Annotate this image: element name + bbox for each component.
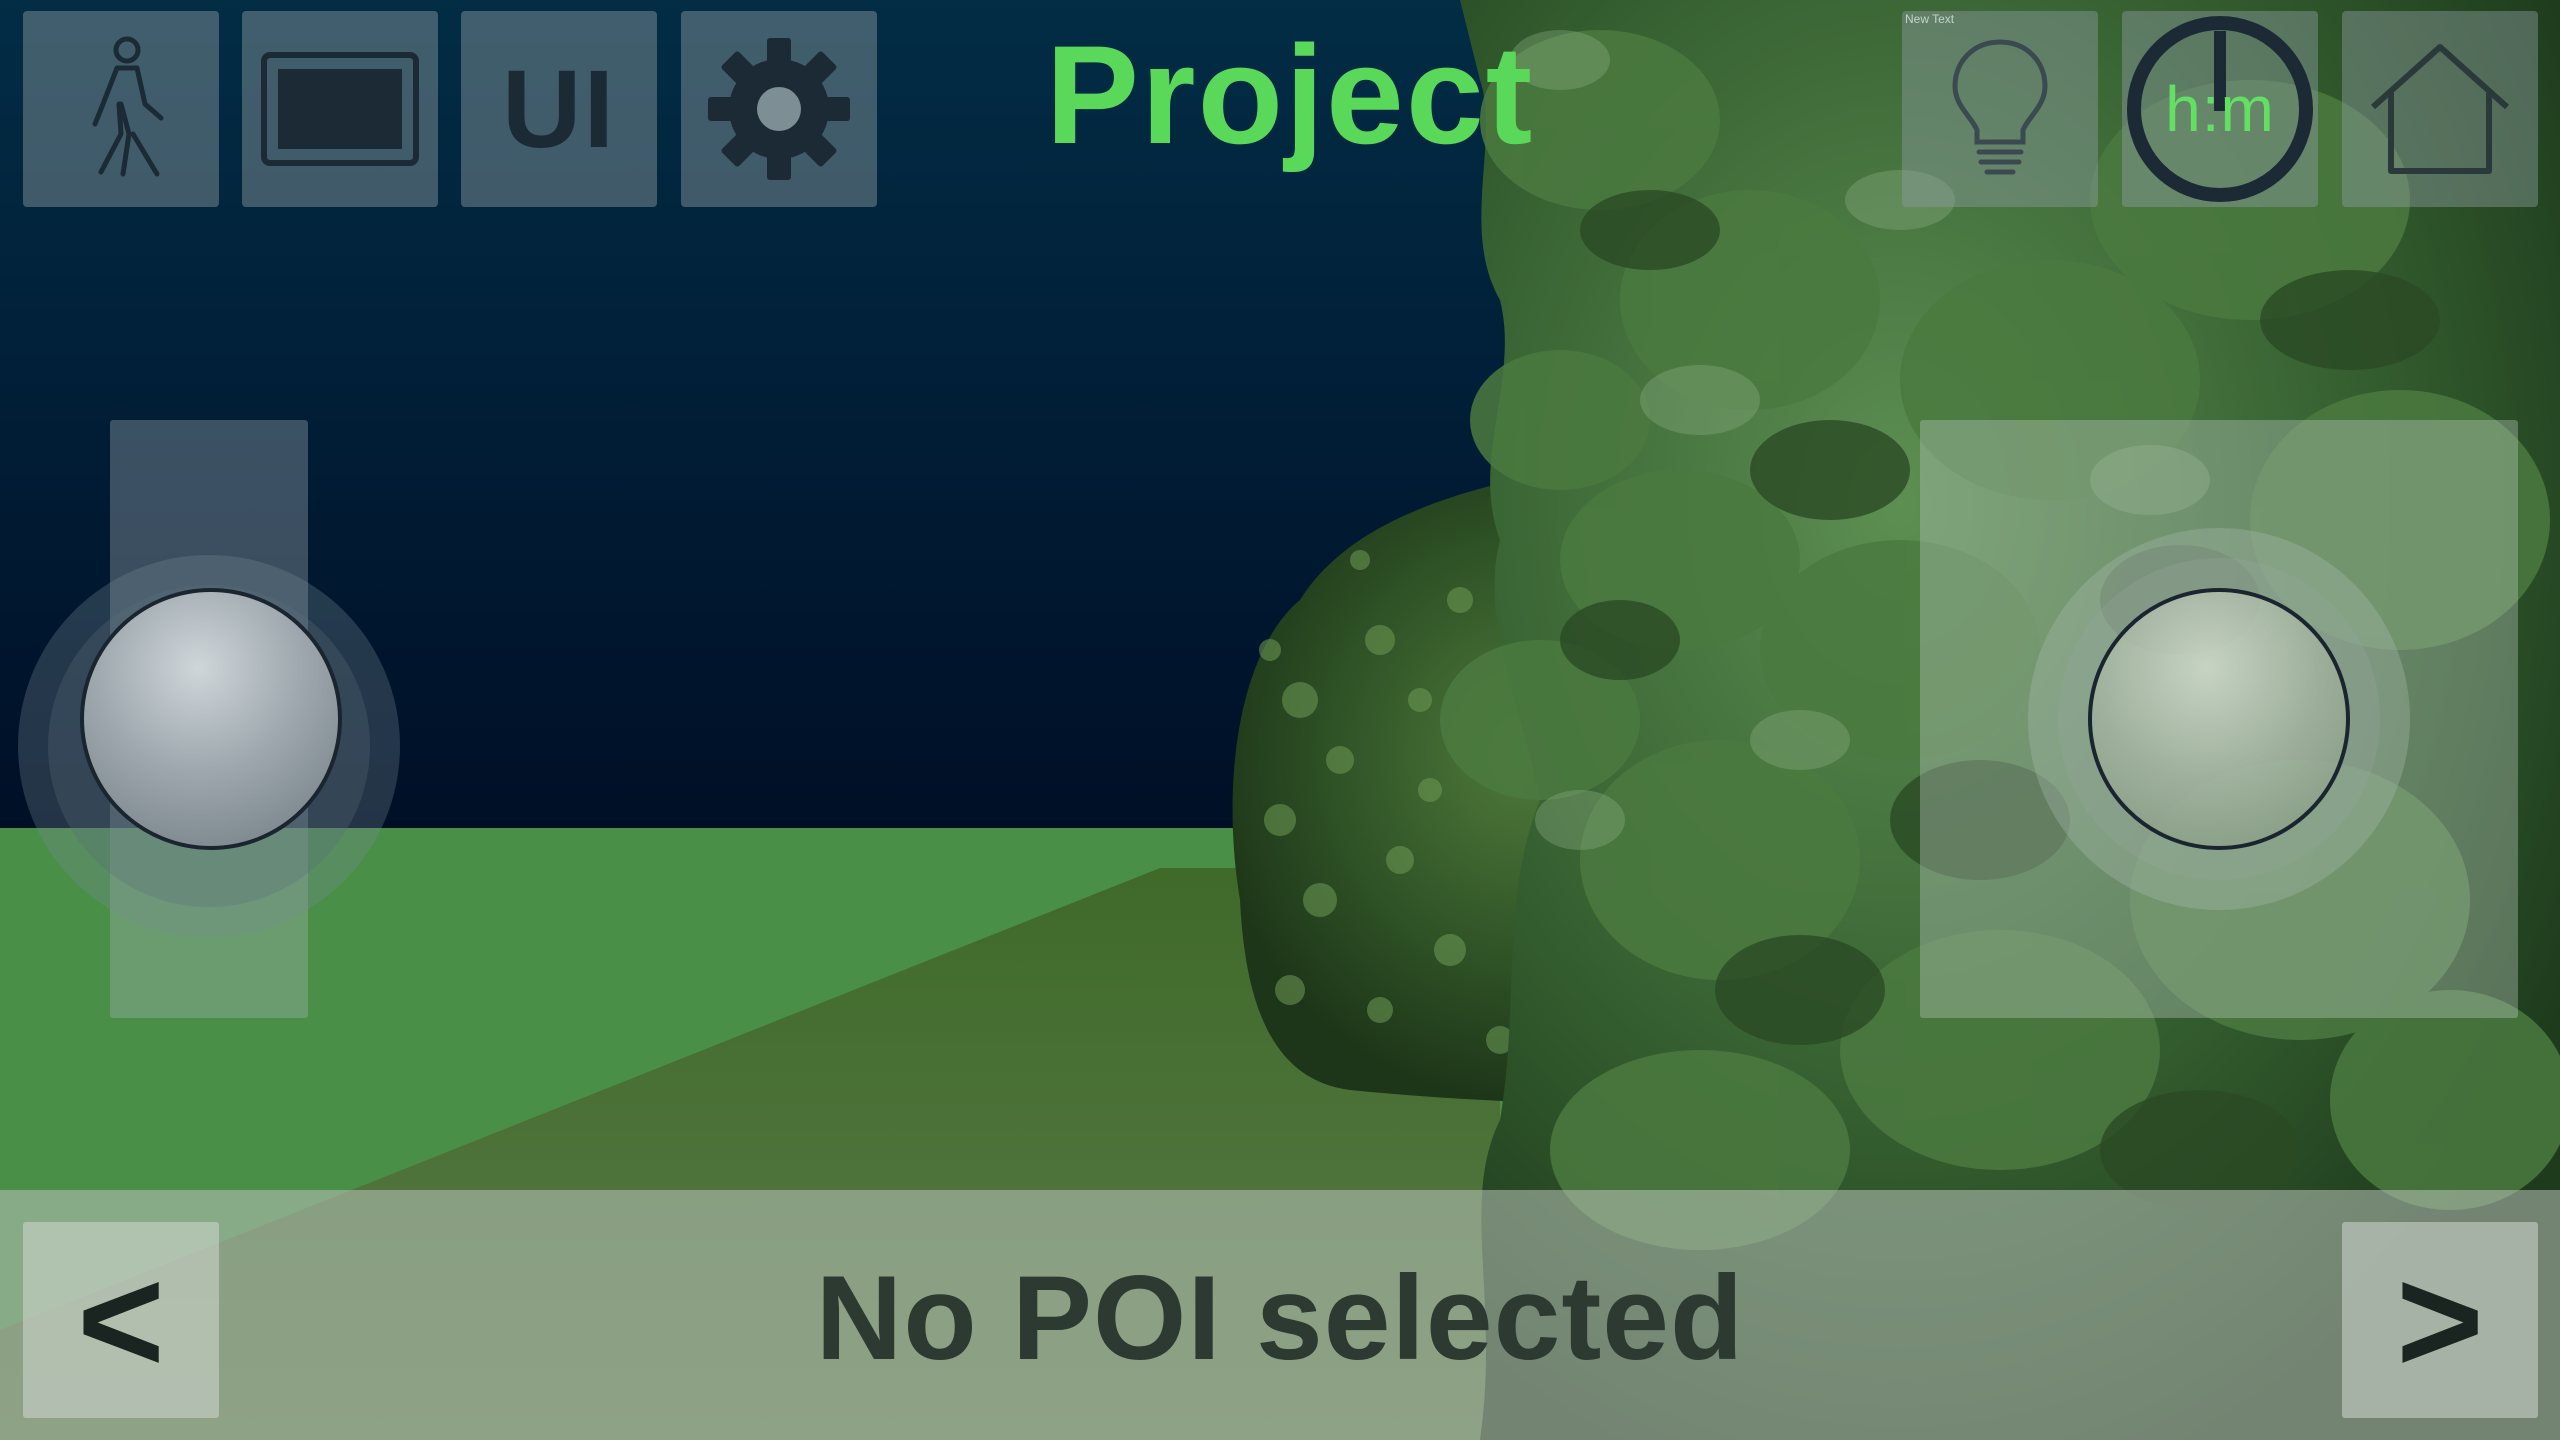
project-title: Project <box>1045 16 1535 173</box>
ui-text-icon: UI <box>502 47 616 171</box>
screen-mode-button[interactable] <box>242 11 438 207</box>
walking-person-icon <box>92 36 164 177</box>
next-poi-button[interactable]: > <box>2342 1222 2538 1418</box>
house-icon <box>2370 44 2510 174</box>
walk-mode-button[interactable] <box>23 11 219 207</box>
left-joystick-knob[interactable] <box>80 588 342 850</box>
prev-poi-button[interactable]: < <box>23 1222 219 1418</box>
screen-frame-icon <box>261 52 419 166</box>
home-button[interactable] <box>2342 11 2538 207</box>
game-viewport[interactable]: Project UI New Text h:m < No POI selecte… <box>0 0 2560 1440</box>
placeholder-text: New Text <box>1905 12 1955 26</box>
lightbulb-icon <box>1952 39 2048 175</box>
settings-button[interactable] <box>681 11 877 207</box>
right-joystick-knob[interactable] <box>2088 588 2350 850</box>
time-of-day-button[interactable]: h:m <box>2122 11 2318 207</box>
ui-toggle-button[interactable]: UI <box>461 11 657 207</box>
time-label: h:m <box>2165 73 2275 145</box>
light-button[interactable] <box>1902 11 2098 207</box>
gear-icon <box>708 38 850 180</box>
poi-status-label: No POI selected <box>815 1251 1745 1385</box>
